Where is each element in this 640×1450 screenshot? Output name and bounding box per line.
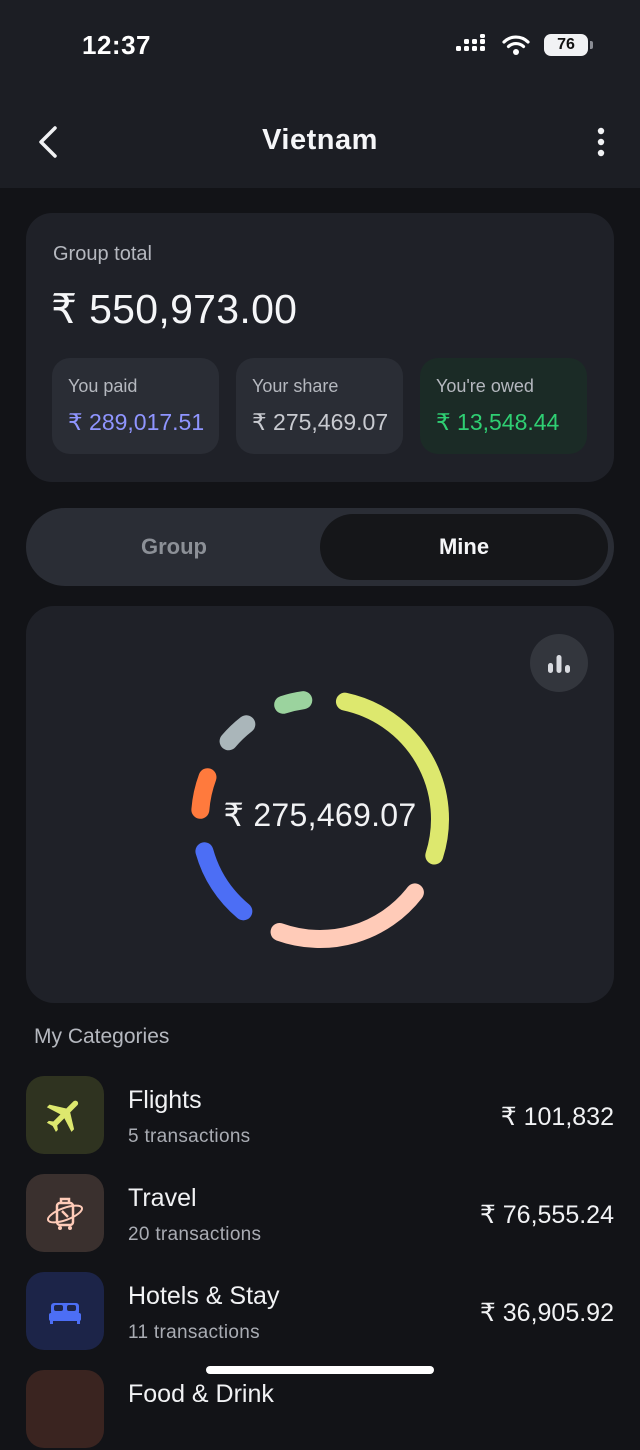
tab-group[interactable]: Group [30,514,318,580]
category-icon-container [26,1174,104,1252]
your-share-value: ₹ 275,469.07 [252,409,389,435]
category-name: Travel [128,1184,197,1212]
category-amount: ₹ 36,905.92 [479,1299,614,1327]
category-name: Hotels & Stay [128,1282,280,1310]
category-row-flights[interactable]: Flights 5 transactions ₹ 101,832 [26,1076,614,1156]
category-icon-container [26,1272,104,1350]
bed-icon [49,1303,81,1324]
category-row-travel[interactable]: Travel 20 transactions ₹ 76,555.24 [26,1174,614,1254]
group-mine-toggle: Group Mine [26,508,614,586]
category-icon-container [26,1076,104,1154]
bar-chart-icon [548,655,570,673]
category-name: Food & Drink [128,1380,274,1408]
tab-mine[interactable]: Mine [320,514,608,580]
group-summary-card: Group total ₹ 550,973.00 You paid ₹ 289,… [26,213,614,482]
more-options-button[interactable] [586,120,616,164]
status-bar: 12:37 76 [0,0,640,96]
your-share-label: Your share [252,376,339,396]
category-row-hotels[interactable]: Hotels & Stay 11 transactions ₹ 36,905.9… [26,1272,614,1352]
you-paid-label: You paid [68,376,138,396]
you-paid-value: ₹ 289,017.51 [68,409,205,435]
luggage-icon [46,1197,84,1230]
you-are-owed-value: ₹ 13,548.44 [436,409,560,435]
category-row-food[interactable]: Food & Drink [26,1370,614,1450]
you-are-owed-stat: You're owed ₹ 13,548.44 [420,358,587,454]
home-indicator [206,1366,434,1374]
donut-segment-4[interactable] [219,715,256,751]
category-transaction-count: 20 transactions [128,1224,262,1245]
battery-indicator: 76 [544,34,593,56]
wifi-icon [502,35,530,55]
nav-bar: Vietnam [0,96,640,188]
more-vertical-icon [597,127,605,157]
category-amount: ₹ 101,832 [500,1103,614,1131]
category-transaction-count: 11 transactions [128,1322,260,1343]
category-amount: ₹ 76,555.24 [479,1201,614,1229]
donut-segment-2[interactable] [195,842,253,921]
spending-chart-card: ₹ 275,469.07 [26,606,614,1003]
donut-segment-5[interactable] [274,691,313,714]
you-paid-stat: You paid ₹ 289,017.51 [52,358,219,454]
status-icons: 76 [456,34,593,56]
you-are-owed-label: You're owed [436,376,534,396]
donut-center-total: ₹ 275,469.07 [223,797,417,833]
status-time: 12:37 [82,30,151,60]
my-categories-heading: My Categories [34,1025,170,1048]
category-name: Flights [128,1086,202,1114]
chart-type-button[interactable] [530,634,588,692]
your-share-stat: Your share ₹ 275,469.07 [236,358,403,454]
group-total-value: ₹ 550,973.00 [51,286,298,332]
category-transaction-count: 5 transactions [128,1126,251,1147]
page-title: Vietnam [262,124,378,156]
cellular-signal-icon [456,34,485,51]
food-icon [26,1370,104,1448]
donut-segment-1[interactable] [270,883,424,948]
group-total-label: Group total [53,243,152,265]
airplane-icon [46,1100,79,1132]
